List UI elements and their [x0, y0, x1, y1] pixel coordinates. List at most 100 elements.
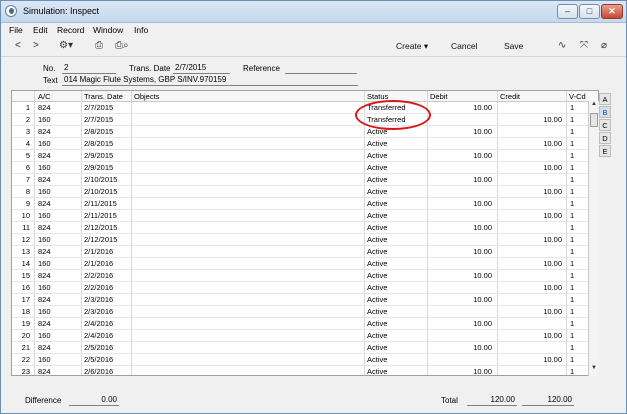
trans-date-cell[interactable]: 2/8/2015	[84, 139, 113, 148]
next-record-icon[interactable]: >	[33, 40, 39, 51]
debit-cell[interactable]: 10.00	[452, 199, 492, 208]
account-cell[interactable]: 160	[38, 115, 51, 124]
table-row[interactable]: 13 824 2/1/2016 Active 10.00 1	[12, 246, 598, 258]
trans-date-cell[interactable]: 2/1/2016	[84, 247, 113, 256]
status-cell[interactable]: Active	[367, 283, 387, 292]
trans-date-cell[interactable]: 2/3/2016	[84, 295, 113, 304]
account-cell[interactable]: 824	[38, 295, 51, 304]
previous-record-icon[interactable]: <	[15, 40, 21, 51]
trans-date-cell[interactable]: 2/12/2015	[84, 235, 117, 244]
debit-cell[interactable]: 10.00	[452, 223, 492, 232]
table-row[interactable]: 15 824 2/2/2016 Active 10.00 1	[12, 270, 598, 282]
vcd-cell[interactable]: 1	[570, 367, 574, 375]
account-cell[interactable]: 824	[38, 223, 51, 232]
print-preview-icon[interactable]: ⎙⌕	[115, 40, 129, 51]
account-cell[interactable]: 160	[38, 259, 51, 268]
trans-date-cell[interactable]: 2/11/2015	[84, 211, 117, 220]
table-row[interactable]: 6 160 2/9/2015 Active 10.00 1	[12, 162, 598, 174]
gear-icon[interactable]: ⚙▾	[59, 40, 73, 51]
debit-cell[interactable]: 10.00	[452, 151, 492, 160]
trans-date-cell[interactable]: 2/2/2016	[84, 271, 113, 280]
table-row[interactable]: 16 160 2/2/2016 Active 10.00 1	[12, 282, 598, 294]
table-row[interactable]: 17 824 2/3/2016 Active 10.00 1	[12, 294, 598, 306]
save-button[interactable]: Save	[504, 41, 523, 51]
account-cell[interactable]: 824	[38, 103, 51, 112]
trans-date-cell[interactable]: 2/4/2016	[84, 331, 113, 340]
vcd-cell[interactable]: 1	[570, 307, 574, 316]
menu-file[interactable]: File	[9, 25, 23, 35]
debit-cell[interactable]: 10.00	[452, 295, 492, 304]
table-row[interactable]: 22 160 2/5/2016 Active 10.00 1	[12, 354, 598, 366]
trans-date-cell[interactable]: 2/3/2016	[84, 307, 113, 316]
status-cell[interactable]: Active	[367, 271, 387, 280]
vcd-cell[interactable]: 1	[570, 199, 574, 208]
grid-scrollbar[interactable]: ▲ ▼	[588, 101, 599, 376]
status-cell[interactable]: Active	[367, 175, 387, 184]
vcd-cell[interactable]: 1	[570, 151, 574, 160]
status-cell[interactable]: Active	[367, 331, 387, 340]
create-button[interactable]: Create ▾	[396, 41, 428, 52]
status-cell[interactable]: Active	[367, 199, 387, 208]
maximize-button[interactable]: □	[579, 4, 600, 19]
trans-date-cell[interactable]: 2/1/2016	[84, 259, 113, 268]
text-field[interactable]: 014 Magic Flute Systems, GBP S/INV.97015…	[62, 75, 358, 86]
no-field[interactable]: 2	[62, 63, 116, 74]
status-cell[interactable]: Active	[367, 223, 387, 232]
status-cell[interactable]: Active	[367, 355, 387, 364]
account-cell[interactable]: 824	[38, 247, 51, 256]
account-cell[interactable]: 160	[38, 331, 51, 340]
account-cell[interactable]: 824	[38, 367, 51, 375]
account-cell[interactable]: 824	[38, 127, 51, 136]
trans-date-cell[interactable]: 2/9/2015	[84, 151, 113, 160]
close-button[interactable]: ✕	[601, 4, 623, 19]
tab-c[interactable]: C	[599, 119, 611, 131]
scroll-up-arrow-icon[interactable]: ▲	[589, 101, 599, 111]
scroll-down-arrow-icon[interactable]: ▼	[589, 365, 599, 375]
status-cell[interactable]: Active	[367, 367, 387, 375]
status-cell[interactable]: Active	[367, 343, 387, 352]
credit-cell[interactable]: 10.00	[522, 115, 562, 124]
vcd-cell[interactable]: 1	[570, 163, 574, 172]
vcd-cell[interactable]: 1	[570, 187, 574, 196]
table-row[interactable]: 11 824 2/12/2015 Active 10.00 1	[12, 222, 598, 234]
tab-d[interactable]: D	[599, 132, 611, 144]
account-cell[interactable]: 160	[38, 163, 51, 172]
trans-date-cell[interactable]: 2/5/2016	[84, 343, 113, 352]
trans-date-cell[interactable]: 2/7/2015	[84, 103, 113, 112]
trans-date-cell[interactable]: 2/4/2016	[84, 319, 113, 328]
vcd-cell[interactable]: 1	[570, 295, 574, 304]
activity-icon[interactable]: ∿	[558, 40, 566, 51]
account-cell[interactable]: 160	[38, 187, 51, 196]
tab-b[interactable]: B	[599, 106, 611, 118]
debit-cell[interactable]: 10.00	[452, 247, 492, 256]
status-cell[interactable]: Active	[367, 235, 387, 244]
table-row[interactable]: 7 824 2/10/2015 Active 10.00 1	[12, 174, 598, 186]
tab-a[interactable]: A	[599, 93, 611, 105]
vcd-cell[interactable]: 1	[570, 271, 574, 280]
table-row[interactable]: 3 824 2/8/2015 Active 10.00 1	[12, 126, 598, 138]
debit-cell[interactable]: 10.00	[452, 271, 492, 280]
status-cell[interactable]: Active	[367, 319, 387, 328]
status-cell[interactable]: Active	[367, 163, 387, 172]
trans-date-cell[interactable]: 2/10/2015	[84, 187, 117, 196]
vcd-cell[interactable]: 1	[570, 247, 574, 256]
account-cell[interactable]: 160	[38, 355, 51, 364]
account-cell[interactable]: 824	[38, 343, 51, 352]
attachment-icon[interactable]: ⌀	[601, 40, 607, 51]
table-row[interactable]: 14 160 2/1/2016 Active 10.00 1	[12, 258, 598, 270]
vcd-cell[interactable]: 1	[570, 355, 574, 364]
vcd-cell[interactable]: 1	[570, 211, 574, 220]
vcd-cell[interactable]: 1	[570, 319, 574, 328]
table-row[interactable]: 18 160 2/3/2016 Active 10.00 1	[12, 306, 598, 318]
status-cell[interactable]: Active	[367, 211, 387, 220]
account-cell[interactable]: 824	[38, 175, 51, 184]
trans-date-cell[interactable]: 2/9/2015	[84, 163, 113, 172]
credit-cell[interactable]: 10.00	[522, 259, 562, 268]
trans-date-cell[interactable]: 2/8/2015	[84, 127, 113, 136]
credit-cell[interactable]: 10.00	[522, 331, 562, 340]
table-row[interactable]: 4 160 2/8/2015 Active 10.00 1	[12, 138, 598, 150]
vcd-cell[interactable]: 1	[570, 115, 574, 124]
credit-cell[interactable]: 10.00	[522, 211, 562, 220]
status-cell[interactable]: Active	[367, 259, 387, 268]
account-cell[interactable]: 160	[38, 139, 51, 148]
